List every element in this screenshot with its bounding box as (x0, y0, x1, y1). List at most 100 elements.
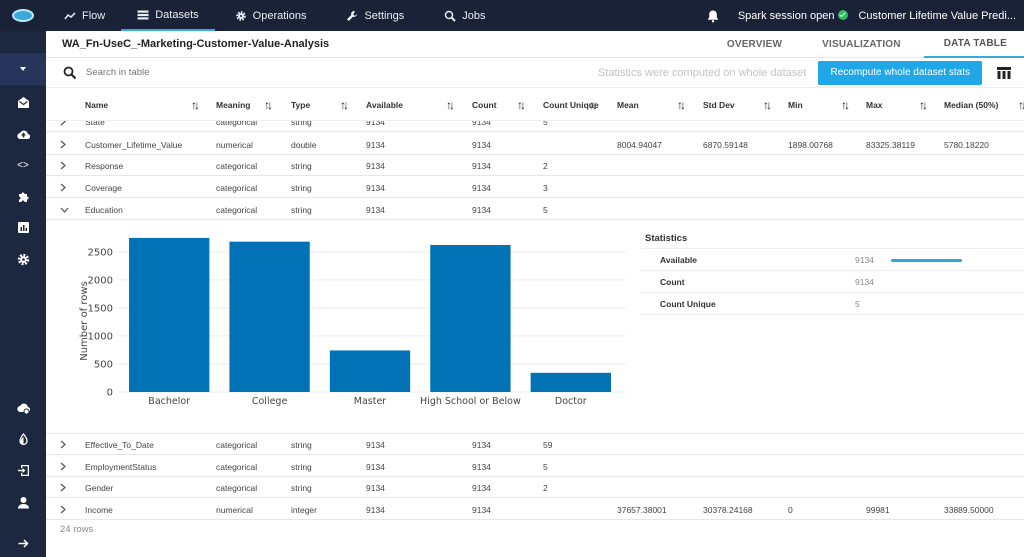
table-row[interactable]: EmploymentStatus categorical string 9134 913… (46, 456, 1024, 477)
chevron-right-icon[interactable] (60, 499, 66, 520)
row-count: 24 rows (60, 524, 94, 535)
table-row[interactable]: Education categorical string 9134 9134 5 (46, 199, 1024, 220)
cell-std: 6870.59148 (703, 139, 748, 150)
nav-flow[interactable]: Flow (48, 0, 121, 31)
col-std-dev[interactable]: Std Dev (703, 88, 735, 121)
sort-icon[interactable]: ↑↓ (191, 88, 200, 121)
cell-meaning: numerical (216, 504, 253, 515)
col-meaning[interactable]: Meaning (216, 88, 250, 121)
cell-count: 9134 (472, 182, 491, 193)
cell-min: 0 (788, 504, 793, 515)
dataset-tabs: OVERVIEW VISUALIZATION DATA TABLE (710, 31, 1024, 58)
tab-overview[interactable]: OVERVIEW (710, 31, 799, 58)
sidebar-code[interactable]: <> (0, 155, 46, 175)
col-type[interactable]: Type (291, 88, 310, 121)
sidebar-user[interactable] (0, 492, 46, 512)
sort-icon[interactable]: ↑↓ (763, 88, 772, 121)
bar-master[interactable] (329, 350, 411, 392)
columns-icon[interactable] (996, 66, 1012, 80)
bell-icon[interactable] (706, 9, 720, 23)
cell-unique: 5 (543, 204, 548, 215)
stat-label: Count Unique (660, 299, 716, 309)
cell-available: 9134 (366, 160, 385, 171)
sidebar-settings[interactable] (0, 249, 46, 269)
sidebar-login[interactable] (0, 460, 46, 480)
sort-icon[interactable]: ↑↓ (517, 88, 526, 121)
sort-icon[interactable]: ↑↓ (677, 88, 686, 121)
table-toolbar: Statistics were computed on whole datase… (46, 58, 1024, 88)
sort-icon[interactable]: ↑↓ (264, 88, 273, 121)
x-tick-label: Bachelor (148, 396, 190, 407)
sidebar-upload[interactable] (0, 124, 46, 144)
sidebar-dropdown[interactable] (0, 53, 46, 85)
nav-operations[interactable]: Operations (219, 0, 323, 31)
sort-icon[interactable]: ↑↓ (919, 88, 928, 121)
stat-row-count-unique: Count Unique 5 (641, 293, 1024, 315)
col-count[interactable]: Count (472, 88, 497, 121)
chevron-right-icon[interactable] (60, 456, 66, 477)
search-input[interactable] (86, 67, 286, 78)
nav-settings[interactable]: Settings (330, 0, 420, 31)
sort-icon[interactable]: ↑↓ (340, 88, 349, 121)
sort-icon[interactable]: ↑↓ (446, 88, 455, 121)
chevron-right-icon[interactable] (60, 177, 66, 198)
table-row[interactable]: Effective_To_Date categorical string 9134 91… (46, 434, 1024, 455)
y-tick-label: 1000 (88, 331, 113, 342)
nav-jobs[interactable]: Jobs (428, 0, 501, 31)
col-min[interactable]: Min (788, 88, 803, 121)
sidebar-cloud-settings[interactable] (0, 398, 46, 418)
cell-meaning: categorical (216, 482, 258, 493)
bar-bachelor[interactable] (129, 237, 210, 392)
stats-note: Statistics were computed on whole datase… (597, 66, 807, 79)
cell-mean: 37657.38001 (617, 504, 667, 515)
sidebar-inbox[interactable] (0, 92, 46, 112)
stat-row-available: Available 9134 (641, 249, 1024, 271)
cell-count: 9134 (472, 204, 491, 215)
chevron-right-icon[interactable] (60, 434, 66, 455)
sidebar-theme[interactable] (0, 429, 46, 449)
bar-high-school-or-below[interactable] (430, 244, 511, 392)
table-row[interactable]: Income numerical integer 9134 9134 37657.3800… (46, 499, 1024, 520)
sort-icon[interactable]: ↑↓ (841, 88, 850, 121)
cell-max: 99981 (866, 504, 890, 515)
col-name[interactable]: Name (85, 88, 108, 121)
cell-name: Customer_Lifetime_Value (85, 139, 183, 150)
bar-doctor[interactable] (530, 372, 611, 392)
sort-icon[interactable]: ↑↓ (589, 88, 598, 121)
col-available[interactable]: Available (366, 88, 403, 121)
col-median[interactable]: Median (50%) (944, 88, 998, 121)
arrow-right-icon (18, 538, 29, 548)
cell-meaning: categorical (216, 461, 258, 472)
bar-college[interactable] (229, 241, 310, 392)
cell-type: double (291, 139, 317, 150)
cell-type: string (291, 204, 312, 215)
sort-icon[interactable]: ↑↓ (1018, 88, 1024, 121)
sidebar-expand[interactable] (0, 533, 46, 553)
table-row[interactable]: Gender categorical string 9134 9134 2 (46, 477, 1024, 498)
col-mean[interactable]: Mean (617, 88, 639, 121)
table-row[interactable]: Coverage categorical string 9134 9134 3 (46, 177, 1024, 198)
cell-count: 9134 (472, 504, 491, 515)
tab-data-table[interactable]: DATA TABLE (923, 31, 1024, 58)
sidebar-plugins[interactable] (0, 186, 46, 206)
chevron-right-icon[interactable] (60, 155, 66, 176)
cloud-upload-icon (16, 130, 30, 139)
project-name[interactable]: Customer Lifetime Value Predi... (858, 10, 1016, 22)
chevron-right-icon[interactable] (60, 134, 66, 155)
nav-flow-label: Flow (82, 9, 106, 22)
app-logo[interactable] (0, 0, 46, 31)
chevron-right-icon[interactable] (60, 477, 66, 498)
sidebar-charts[interactable] (0, 217, 46, 237)
gear-icon (17, 253, 29, 265)
table-row[interactable]: Response categorical string 9134 9134 2 (46, 155, 1024, 176)
tab-visualization[interactable]: VISUALIZATION (799, 31, 924, 58)
nav-datasets[interactable]: Datasets (121, 0, 215, 31)
chevron-down-icon[interactable] (60, 199, 69, 220)
chevron-down-icon (20, 67, 26, 71)
cell-type: string (291, 439, 312, 450)
col-max[interactable]: Max (866, 88, 883, 121)
session-status: Spark session open (738, 9, 849, 22)
table-row[interactable]: Customer_Lifetime_Value numerical double 91… (46, 134, 1024, 155)
recompute-stats-button[interactable]: Recompute whole dataset stats (818, 60, 982, 85)
cell-count: 9134 (472, 160, 491, 171)
